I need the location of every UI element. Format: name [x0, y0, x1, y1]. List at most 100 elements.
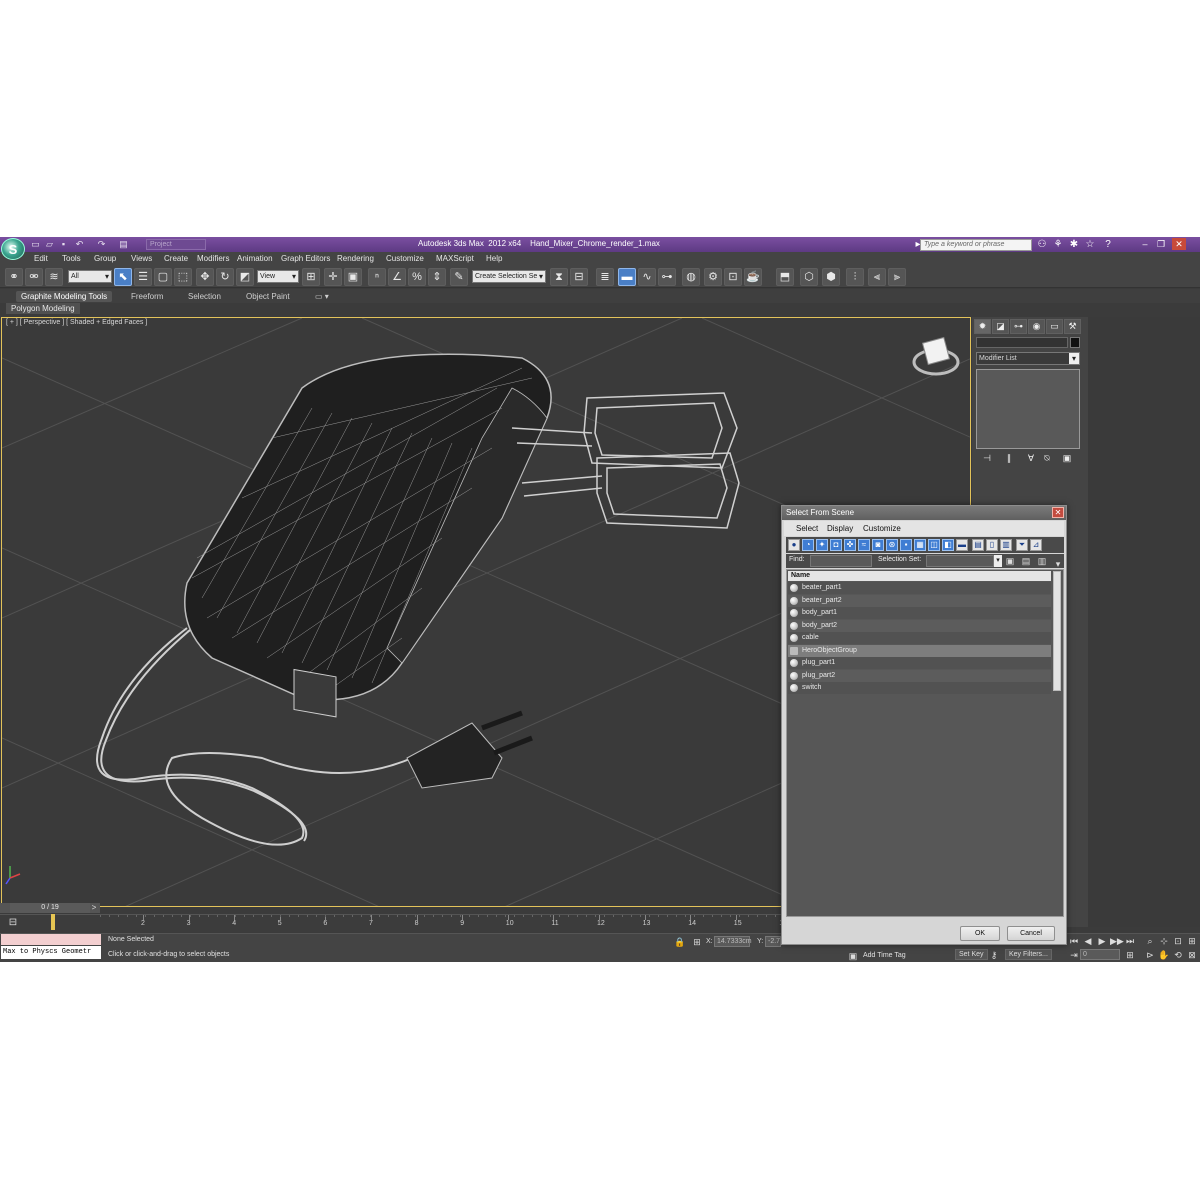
selection-set-remove-icon[interactable]: ▤ — [1020, 555, 1032, 567]
selection-set-dropdown[interactable] — [926, 555, 994, 567]
display-hidden-icon[interactable]: ◧ — [942, 539, 954, 551]
time-config-icon[interactable]: ⊞ — [1124, 949, 1136, 961]
display-cameras-icon[interactable]: ◘ — [830, 539, 842, 551]
app-logo-icon[interactable]: S — [1, 238, 25, 260]
rigid-body-icon[interactable]: ⬢ — [822, 268, 840, 286]
absolute-mode-icon[interactable]: ⊞ — [691, 936, 703, 948]
modify-tab-icon[interactable]: ◪ — [992, 319, 1009, 334]
key-mode-icon[interactable]: ⇥ — [1068, 949, 1080, 961]
cancel-button[interactable]: Cancel — [1007, 926, 1055, 941]
graphite-toggle-icon[interactable]: ▬ — [618, 268, 636, 286]
scale-icon[interactable]: ◩ — [236, 268, 254, 286]
close-button[interactable]: ✕ — [1172, 238, 1186, 250]
show-end-result-icon[interactable]: ∥ — [1002, 452, 1016, 464]
zoom-all-icon[interactable]: ⊹ — [1158, 935, 1170, 947]
current-frame-marker[interactable] — [51, 914, 55, 930]
render-production-icon[interactable]: ☕ — [744, 268, 762, 286]
go-to-start-icon[interactable]: ⏮ — [1068, 935, 1080, 947]
select-object-icon[interactable]: ⬉ — [114, 268, 132, 286]
menu-group[interactable]: Group — [94, 254, 116, 263]
add-time-tag[interactable]: Add Time Tag — [863, 952, 906, 959]
list-item[interactable]: beater_part1 — [788, 582, 1051, 594]
time-slider-frame[interactable]: 0 / 19 — [10, 903, 90, 913]
schematic-view-icon[interactable]: ⊶ — [658, 268, 676, 286]
list-item[interactable]: plug_part2 — [788, 669, 1051, 682]
favorites-star-icon[interactable]: ☆ — [1084, 238, 1096, 251]
display-shapes-icon[interactable]: ◔ — [802, 539, 814, 551]
object-color-swatch[interactable] — [1070, 337, 1080, 348]
edit-named-selection-icon[interactable]: ✎ — [450, 268, 468, 286]
orbit-icon[interactable]: ⟲ — [1172, 949, 1184, 961]
undo-icon[interactable]: ↶ — [74, 239, 85, 250]
chevron-down-icon[interactable]: ▾ — [994, 555, 1002, 567]
select-link-icon[interactable]: ⚭ — [5, 268, 23, 286]
maxscript-listener-input[interactable]: Max to Physcs Geometr — [1, 946, 101, 959]
search-input[interactable]: Type a keyword or phrase — [920, 239, 1032, 251]
play-sim-icon[interactable]: ⫷ — [868, 268, 886, 286]
pivot-center-icon[interactable]: ⊞ — [302, 268, 320, 286]
maximize-viewport-icon[interactable]: ⊠ — [1186, 949, 1198, 961]
next-frame-arrow-icon[interactable]: > — [89, 903, 99, 913]
object-list[interactable]: Name beater_part1 beater_part2 body_part1 b… — [786, 569, 1064, 917]
dialog-menu-customize[interactable]: Customize — [863, 524, 901, 533]
menu-animation[interactable]: Animation — [237, 254, 273, 263]
list-item[interactable]: body_part1 — [788, 607, 1051, 619]
object-name-field[interactable] — [976, 337, 1068, 348]
key-icon[interactable]: ⚷ — [988, 949, 1000, 961]
pan-icon[interactable]: ✋ — [1158, 949, 1170, 961]
simulation-icon[interactable]: ⬡ — [800, 268, 818, 286]
named-selection-dropdown[interactable]: Create Selection Se — [472, 270, 546, 283]
rectangular-selection-icon[interactable]: ▢ — [154, 268, 172, 286]
save-file-icon[interactable]: ▪ — [58, 239, 69, 250]
dialog-menu-display[interactable]: Display — [827, 524, 853, 533]
utilities-tab-icon[interactable]: ⚒ — [1064, 319, 1081, 334]
reference-coord-dropdown[interactable]: View — [257, 270, 299, 283]
selection-set-edit-icon[interactable]: ▥ — [1036, 555, 1048, 567]
mini-curve-editor-icon[interactable]: ⊟ — [6, 917, 20, 929]
track-bar[interactable]: 234567891011121314151 — [0, 914, 790, 932]
subscription-icon[interactable]: ⚘ — [1052, 238, 1064, 251]
display-frozen-icon[interactable]: ◫ — [928, 539, 940, 551]
tab-selection[interactable]: Selection — [183, 291, 226, 302]
tab-graphite-modeling-tools[interactable]: Graphite Modeling Tools — [16, 291, 113, 302]
select-invert-icon[interactable]: ▥ — [1000, 539, 1012, 551]
ok-button[interactable]: OK — [960, 926, 1000, 941]
physx-icon[interactable]: ⬒ — [776, 268, 794, 286]
select-manipulate-icon[interactable]: ✛ — [324, 268, 342, 286]
stop-sim-icon[interactable]: ⫸ — [888, 268, 906, 286]
menu-edit[interactable]: Edit — [34, 254, 48, 263]
display-geometry-icon[interactable]: ● — [788, 539, 800, 551]
display-groups-icon[interactable]: ◙ — [872, 539, 884, 551]
binoculars-icon[interactable]: ⚇ — [1036, 238, 1048, 251]
spinner-snap-icon[interactable]: ⇕ — [428, 268, 446, 286]
window-crossing-icon[interactable]: ⬚ — [174, 268, 192, 286]
list-item[interactable]: plug_part1 — [788, 657, 1051, 669]
play-icon[interactable]: ▶ — [1096, 935, 1108, 947]
menu-maxscript[interactable]: MAXScript — [436, 254, 474, 263]
previous-frame-icon[interactable]: ◀ — [1082, 935, 1094, 947]
move-icon[interactable]: ✥ — [196, 268, 214, 286]
field-of-view-icon[interactable]: ⊳ — [1144, 949, 1156, 961]
menu-tools[interactable]: Tools — [62, 254, 81, 263]
pin-stack-icon[interactable]: ⊣ — [980, 452, 994, 464]
material-editor-icon[interactable]: ◍ — [682, 268, 700, 286]
menu-rendering[interactable]: Rendering — [337, 254, 374, 263]
display-space-warps-icon[interactable]: ≈ — [858, 539, 870, 551]
display-xrefs-icon[interactable]: ⊛ — [886, 539, 898, 551]
y-coordinate-field[interactable]: -2.7 — [765, 936, 781, 947]
bind-space-warp-icon[interactable]: ≋ — [45, 268, 63, 286]
project-dropdown[interactable]: Project — [146, 239, 206, 250]
menu-views[interactable]: Views — [131, 254, 152, 263]
lock-selection-icon[interactable]: 🔒 — [674, 936, 686, 948]
dialog-menu-select[interactable]: Select — [796, 524, 818, 533]
panel-polygon-modeling[interactable]: Polygon Modeling — [6, 303, 80, 314]
ribbon-options-icon[interactable]: ▭ ▾ — [310, 291, 334, 302]
configure-modifier-sets-icon[interactable]: ▣ — [1060, 452, 1074, 464]
list-item[interactable]: body_part2 — [788, 619, 1051, 632]
list-item[interactable]: beater_part2 — [788, 594, 1051, 607]
menu-help[interactable]: Help — [486, 254, 502, 263]
list-item[interactable]: HeroObjectGroup — [788, 644, 1051, 657]
modifier-stack[interactable] — [976, 369, 1080, 449]
keyboard-shortcut-icon[interactable]: ▣ — [344, 268, 362, 286]
make-unique-icon[interactable]: ∀ — [1024, 452, 1038, 464]
